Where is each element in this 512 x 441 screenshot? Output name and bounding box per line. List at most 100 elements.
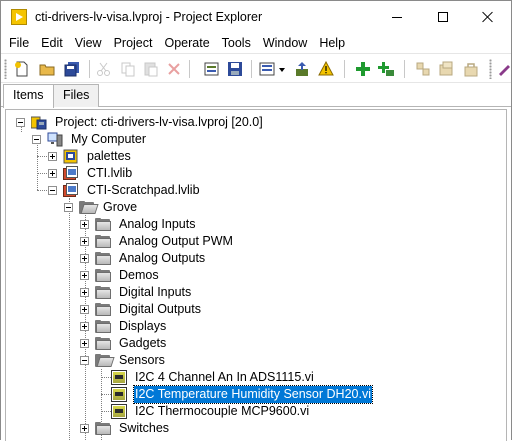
menu-help[interactable]: Help	[313, 33, 351, 53]
tree-item-folder[interactable]: Displays	[6, 318, 506, 335]
expand-expander[interactable]	[80, 237, 89, 246]
switches-label: Switches	[119, 421, 170, 435]
open-folder-icon[interactable]	[39, 61, 55, 77]
expand-expander[interactable]	[80, 254, 89, 263]
expand-expander[interactable]	[80, 322, 89, 331]
collapse-all-icon[interactable]	[439, 61, 455, 77]
tab-files[interactable]: Files	[53, 84, 100, 107]
close-button[interactable]	[465, 1, 511, 33]
toolbar-grip[interactable]	[489, 59, 492, 79]
my-computer-label: My Computer	[71, 132, 147, 146]
menu-operate[interactable]: Operate	[158, 33, 215, 53]
chevron-down-icon[interactable]	[277, 61, 287, 77]
toolbar-separator	[89, 60, 90, 78]
expand-expander[interactable]	[48, 169, 57, 178]
expand-expander[interactable]	[80, 339, 89, 348]
collapse-expander[interactable]	[48, 186, 57, 195]
collapse-expander[interactable]	[16, 118, 25, 127]
labview-app-icon	[11, 9, 27, 25]
lock-item-icon[interactable]	[463, 61, 479, 77]
tree-item-folder[interactable]: Analog Outputs	[6, 250, 506, 267]
expand-expander[interactable]	[80, 424, 89, 433]
tree-item-switches[interactable]: Switches	[6, 420, 506, 437]
save-project-icon[interactable]	[227, 61, 243, 77]
project-label: Project: cti-drivers-lv-visa.lvproj [20.…	[55, 115, 263, 129]
toolbar-grip[interactable]	[4, 59, 7, 79]
delete-icon[interactable]	[166, 61, 182, 77]
sensors-label: Sensors	[119, 353, 165, 367]
folder-label: Demos	[119, 268, 159, 282]
folder-icon	[95, 320, 111, 333]
vi-label: I2C 4 Channel An In ADS1115.vi	[135, 370, 314, 384]
title-bar[interactable]: cti-drivers-lv-visa.lvproj - Project Exp…	[1, 1, 511, 33]
build-properties-icon[interactable]	[204, 61, 220, 77]
menu-view[interactable]: View	[69, 33, 108, 53]
expand-all-icon[interactable]	[415, 61, 431, 77]
palettes-label: palettes	[87, 149, 131, 163]
folder-label: Digital Inputs	[119, 285, 192, 299]
expand-expander[interactable]	[80, 305, 89, 314]
maximize-icon	[438, 12, 448, 22]
collapse-expander[interactable]	[80, 356, 89, 365]
folder-label: Analog Outputs	[119, 251, 206, 265]
open-folder-icon	[95, 354, 115, 367]
dependencies-icon[interactable]	[294, 61, 310, 77]
tree-item-folder[interactable]: Digital Inputs	[6, 284, 506, 301]
new-file-icon[interactable]	[14, 61, 30, 77]
view-options-icon[interactable]	[259, 61, 275, 77]
copy-icon[interactable]	[120, 61, 136, 77]
tree-item-palettes[interactable]: palettes	[6, 148, 506, 165]
maximize-button[interactable]	[420, 1, 466, 33]
tree-item-folder[interactable]: Analog Output PWM	[6, 233, 506, 250]
tree-item-cti-lib[interactable]: CTI.lvlib	[6, 165, 506, 182]
menu-edit[interactable]: Edit	[35, 33, 69, 53]
menu-project[interactable]: Project	[108, 33, 159, 53]
folder-icon	[95, 286, 111, 299]
tree-item-my-computer[interactable]: My Computer	[6, 131, 506, 148]
tree-item-folder[interactable]: Analog Inputs	[6, 216, 506, 233]
project-explorer-window: cti-drivers-lv-visa.lvproj - Project Exp…	[0, 0, 512, 441]
tree-item-grove[interactable]: Grove	[6, 199, 506, 216]
folder-icon	[95, 337, 111, 350]
tree-item-project[interactable]: Project: cti-drivers-lv-visa.lvproj [20.…	[6, 114, 506, 131]
minimize-button[interactable]	[374, 1, 420, 33]
tree-item-vi[interactable]: I2C Thermocouple MCP9600.vi	[6, 403, 506, 420]
paste-icon[interactable]	[143, 61, 159, 77]
scratchpad-lib-label: CTI-Scratchpad.lvlib	[87, 183, 200, 197]
grove-label: Grove	[103, 200, 138, 214]
collapse-expander[interactable]	[32, 135, 41, 144]
expand-expander[interactable]	[80, 288, 89, 297]
expand-expander[interactable]	[80, 271, 89, 280]
tree-item-vi[interactable]: I2C 4 Channel An In ADS1115.vi	[6, 369, 506, 386]
toolbar-separator	[189, 60, 190, 78]
tree-item-folder[interactable]: Gadgets	[6, 335, 506, 352]
tree-item-folder[interactable]: Digital Outputs	[6, 301, 506, 318]
folder-label: Digital Outputs	[119, 302, 201, 316]
tool-icon[interactable]	[498, 61, 511, 77]
project-icon	[31, 116, 47, 130]
collapse-expander[interactable]	[64, 203, 73, 212]
project-tree[interactable]: Project: cti-drivers-lv-visa.lvproj [20.…	[5, 109, 507, 441]
save-all-icon[interactable]	[64, 61, 80, 77]
tree-item-scratchpad-lib[interactable]: CTI-Scratchpad.lvlib	[6, 182, 506, 199]
folder-label: Gadgets	[119, 336, 167, 350]
menu-bar: File Edit View Project Operate Tools Win…	[1, 33, 511, 53]
close-icon	[482, 11, 494, 23]
folder-icon	[95, 218, 111, 231]
tree-item-sensors[interactable]: Sensors	[6, 352, 506, 369]
tab-items[interactable]: Items	[3, 84, 54, 108]
tree-item-folder[interactable]: Demos	[6, 267, 506, 284]
tree-item-vi-selected[interactable]: I2C Temperature Humidity Sensor DH20.vi	[6, 385, 506, 404]
add-folder-icon[interactable]	[378, 61, 394, 77]
expand-expander[interactable]	[48, 152, 57, 161]
add-item-icon[interactable]	[355, 61, 371, 77]
warning-icon[interactable]	[318, 61, 334, 77]
folder-icon	[95, 422, 111, 435]
expand-expander[interactable]	[80, 220, 89, 229]
cut-icon[interactable]	[96, 61, 112, 77]
open-folder-icon	[79, 201, 99, 214]
menu-tools[interactable]: Tools	[216, 33, 257, 53]
menu-file[interactable]: File	[3, 33, 35, 53]
menu-window[interactable]: Window	[257, 33, 313, 53]
vi-icon	[111, 370, 127, 385]
